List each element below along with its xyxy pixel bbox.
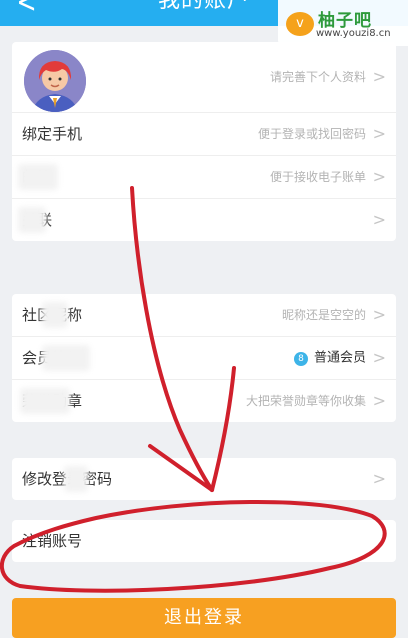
deregister-card: 注销账号 xyxy=(12,520,396,562)
redaction-blur xyxy=(64,466,88,492)
redaction-blur xyxy=(18,164,58,190)
redaction-blur xyxy=(42,302,68,328)
avatar[interactable] xyxy=(24,50,86,112)
redaction-blur xyxy=(42,345,90,371)
row-label: 绑定手机 xyxy=(22,125,83,143)
nickname-row[interactable]: 社区昵称 昵称还是空空的 > xyxy=(12,294,396,337)
chevron-right-icon: > xyxy=(372,469,386,488)
member-level-text: 普通会员 xyxy=(313,350,366,366)
avatar-illustration xyxy=(24,50,86,112)
logout-button[interactable]: 退出登录 xyxy=(12,598,396,638)
deregister-account-row[interactable]: 注销账号 xyxy=(12,520,396,562)
chevron-right-icon: > xyxy=(372,391,386,410)
redaction-blur xyxy=(20,388,70,414)
chevron-right-icon: > xyxy=(372,67,386,86)
row-value: 昵称还是空空的 xyxy=(281,308,366,322)
social-card: 社区昵称 昵称还是空空的 > 会员等级 8普通会员 > 荣誉勋章 大把荣誉勋章等… xyxy=(12,294,396,422)
password-card: 修改登录密码 > xyxy=(12,458,396,500)
honor-badges-row[interactable]: 荣誉勋章 大把荣誉勋章等你收集 > xyxy=(12,380,396,422)
chevron-right-icon: > xyxy=(372,348,386,367)
row-value: 便于登录或找回密码 xyxy=(257,127,366,141)
chevron-right-icon: > xyxy=(372,167,386,186)
watermark-url: www.youzi8.cn xyxy=(316,28,391,39)
change-password-row[interactable]: 修改登录密码 > xyxy=(12,458,396,500)
chevron-right-icon: > xyxy=(372,305,386,324)
bind-phone-row[interactable]: 绑定手机 便于登录或找回密码 > xyxy=(12,113,396,156)
link-account-row[interactable]: 关联 > xyxy=(12,199,396,241)
chevron-right-icon: > xyxy=(372,210,386,229)
member-level-row[interactable]: 会员等级 8普通会员 > xyxy=(12,337,396,380)
profile-hint: 请完善下个人资料 xyxy=(269,70,366,84)
profile-row[interactable]: 请完善下个人资料 > xyxy=(12,42,396,113)
orange-logo-icon: v xyxy=(286,12,314,36)
redaction-blur xyxy=(18,207,46,233)
account-card: 请完善下个人资料 > 绑定手机 便于登录或找回密码 > 邮箱 便于接收电子账单 … xyxy=(12,42,396,241)
watermark-logo: v 柚子吧 www.youzi8.cn xyxy=(278,0,408,46)
row-value: 大把荣誉勋章等你收集 xyxy=(245,394,366,408)
chevron-right-icon: > xyxy=(372,124,386,143)
email-row[interactable]: 邮箱 便于接收电子账单 > xyxy=(12,156,396,199)
vip-badge-icon: 8 xyxy=(293,351,308,366)
row-value: 便于接收电子账单 xyxy=(269,170,366,184)
row-label: 注销账号 xyxy=(22,532,83,550)
member-level-value: 8 普通会员 xyxy=(293,337,366,380)
